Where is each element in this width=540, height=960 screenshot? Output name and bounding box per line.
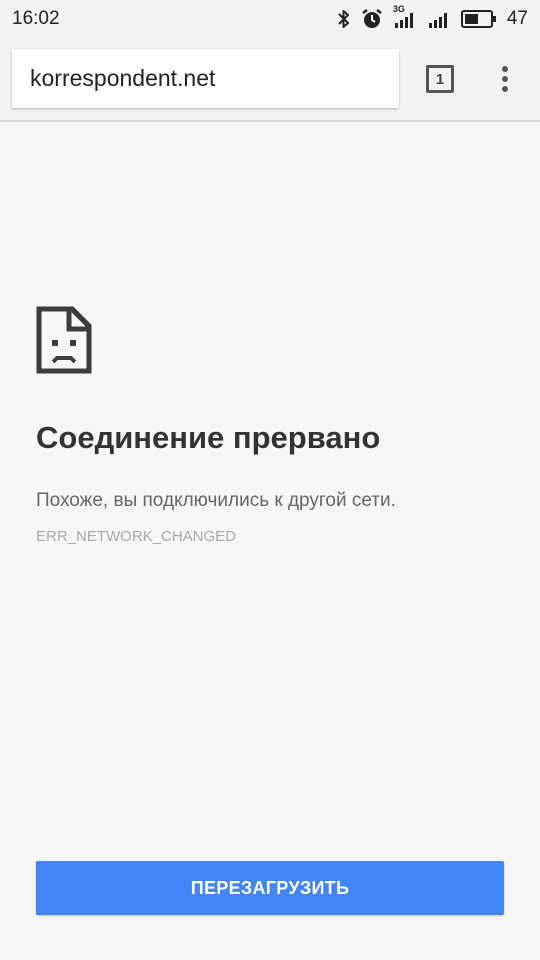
error-title: Соединение прервано <box>36 420 381 455</box>
tab-switcher-button[interactable]: 1 <box>426 65 454 93</box>
error-message: Похоже, вы подключились к другой сети. <box>36 490 396 511</box>
menu-dot <box>502 86 508 92</box>
status-bar: 16:02 3G 47 <box>0 0 540 38</box>
battery-icon <box>460 10 496 28</box>
error-code: ERR_NETWORK_CHANGED <box>36 528 237 545</box>
more-vert-icon[interactable] <box>492 62 518 96</box>
alarm-icon <box>362 9 382 28</box>
reload-button[interactable]: ПЕРЕЗАГРУЗИТЬ <box>36 861 504 915</box>
url-bar[interactable]: korrespondent.net <box>12 49 399 108</box>
menu-dot <box>502 66 508 72</box>
signal-3g-icon: 3G <box>393 4 417 29</box>
url-text: korrespondent.net <box>30 65 216 91</box>
signal-icon <box>428 13 447 28</box>
browser-toolbar: korrespondent.net 1 <box>0 38 540 122</box>
menu-dot <box>502 76 508 82</box>
network-type-label: 3G <box>392 4 405 14</box>
tab-count: 1 <box>435 70 445 88</box>
bluetooth-icon <box>338 10 349 28</box>
battery-percent: 47 <box>506 8 528 29</box>
status-icons: 3G 47 <box>337 4 528 30</box>
sad-page-icon <box>36 306 92 374</box>
status-time: 16:02 <box>12 8 60 29</box>
